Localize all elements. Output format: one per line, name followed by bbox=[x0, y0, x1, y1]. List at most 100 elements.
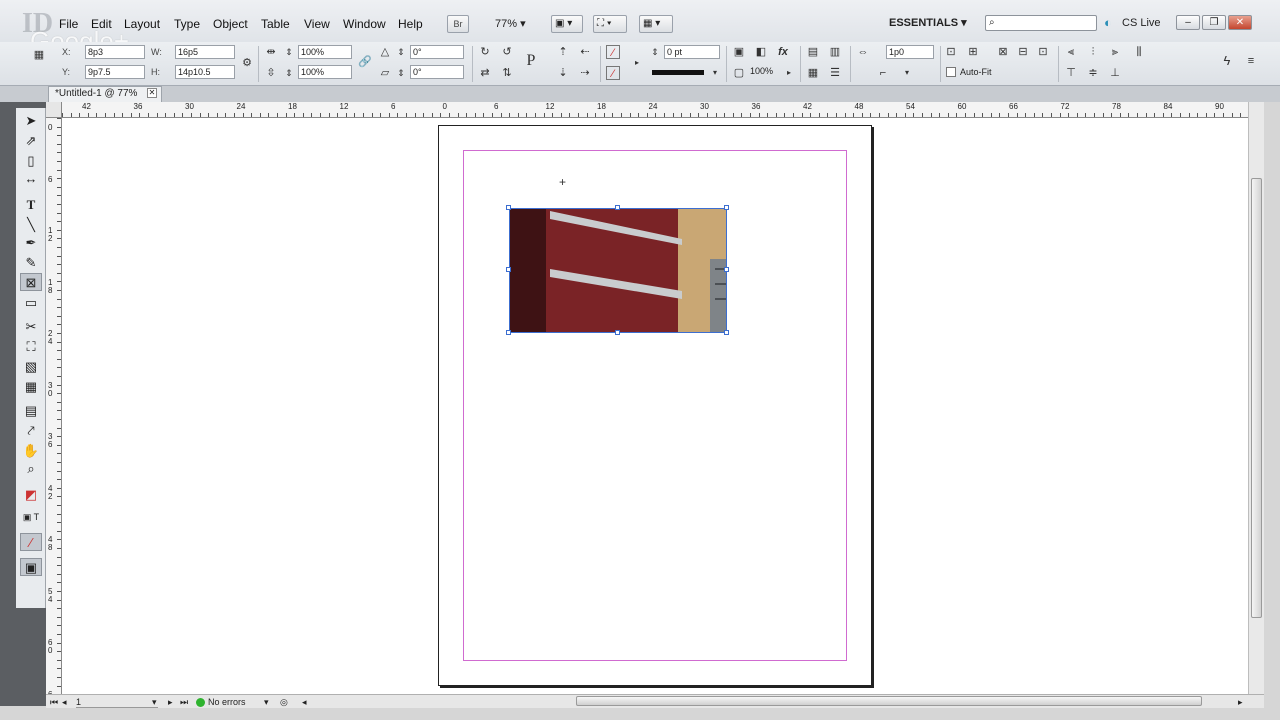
vertical-scrollbar[interactable] bbox=[1248, 102, 1264, 694]
chevron-down-icon[interactable]: ▾ bbox=[152, 696, 157, 708]
effects-icon[interactable]: ◧ bbox=[754, 45, 768, 59]
apply-none-icon[interactable]: ⁄ bbox=[20, 533, 42, 551]
select-next-icon[interactable]: ⇢ bbox=[578, 66, 592, 80]
x-position-field[interactable]: 8p3 bbox=[85, 45, 145, 59]
scale-y-field[interactable]: 100% bbox=[298, 65, 352, 79]
search-input[interactable]: ⌕ bbox=[985, 15, 1097, 31]
scissors-tool-icon[interactable]: ✂ bbox=[20, 318, 42, 336]
stepper-icon[interactable]: ⇕ bbox=[394, 45, 408, 59]
center-content-icon[interactable]: ⊡ bbox=[1036, 45, 1050, 59]
stroke-swatch-icon[interactable]: ⁄ bbox=[606, 66, 620, 80]
stepper-icon[interactable]: ⇕ bbox=[648, 45, 662, 59]
text-wrap-bbox-icon[interactable]: ▥ bbox=[828, 45, 842, 59]
fit-proportional-icon[interactable]: ⊟ bbox=[1016, 45, 1030, 59]
chevron-down-icon[interactable]: ▾ bbox=[264, 696, 269, 708]
menu-table[interactable]: Table bbox=[261, 17, 290, 31]
pasteboard[interactable]: + bbox=[62, 118, 1248, 694]
chevron-right-icon[interactable]: ▸ bbox=[630, 56, 644, 70]
view-options-button[interactable]: ▣ ▾ bbox=[551, 15, 583, 33]
text-wrap-jump-icon[interactable]: ☰ bbox=[828, 66, 842, 80]
menu-type[interactable]: Type bbox=[174, 17, 200, 31]
fill-swatch-icon[interactable]: ⁄ bbox=[606, 45, 620, 59]
select-previous-icon[interactable]: ⇠ bbox=[578, 45, 592, 59]
gap-tool-icon[interactable]: ↔ bbox=[20, 170, 42, 188]
open-document-icon[interactable]: ◎ bbox=[280, 696, 288, 708]
document-page[interactable] bbox=[438, 125, 872, 686]
drop-shadow-icon[interactable]: ▣ bbox=[732, 45, 746, 59]
bridge-button[interactable]: Br bbox=[447, 15, 469, 33]
fill-stroke-swatch-icon[interactable]: ◩ bbox=[20, 486, 42, 504]
fill-frame-icon[interactable]: ⊠ bbox=[996, 45, 1010, 59]
horizontal-ruler[interactable]: 42 36 30 24 18 12 6 0 6 12 18 24 30 36 42 48 54 60 66 72 78 8… bbox=[62, 102, 1248, 118]
frame-handle[interactable] bbox=[724, 267, 729, 272]
arrange-documents-button[interactable]: ▦ ▾ bbox=[639, 15, 673, 33]
hand-tool-icon[interactable]: ✋ bbox=[20, 442, 42, 460]
stepper-icon[interactable]: ⇕ bbox=[394, 66, 408, 80]
type-tool-icon[interactable]: T bbox=[20, 196, 42, 214]
frame-handle[interactable] bbox=[615, 330, 620, 335]
distribute-icon[interactable]: ⫼ bbox=[1132, 45, 1146, 59]
width-field[interactable]: 16p5 bbox=[175, 45, 235, 59]
page-number-field[interactable]: 1 bbox=[76, 696, 158, 708]
horizontal-scroll-thumb[interactable] bbox=[576, 696, 1202, 706]
align-middle-icon[interactable]: ≑ bbox=[1086, 66, 1100, 80]
gradient-swatch-tool-icon[interactable]: ▧ bbox=[20, 358, 42, 376]
menu-edit[interactable]: Edit bbox=[91, 17, 112, 31]
previous-page-icon[interactable]: ◂ bbox=[62, 696, 67, 708]
stepper-icon[interactable]: ⇕ bbox=[282, 45, 296, 59]
rotate-ccw-icon[interactable]: ↺ bbox=[500, 45, 514, 59]
formatting-affects-icon[interactable]: ▣ T bbox=[20, 508, 42, 526]
stroke-type-preview[interactable] bbox=[652, 70, 704, 75]
align-left-icon[interactable]: ⫷ bbox=[1064, 45, 1078, 59]
auto-fit-checkbox[interactable] bbox=[946, 67, 956, 77]
next-page-icon[interactable]: ▸ bbox=[168, 696, 173, 708]
gradient-feather-tool-icon[interactable]: ▦ bbox=[20, 378, 42, 396]
last-page-icon[interactable]: ⏭ bbox=[180, 696, 188, 708]
chevron-right-icon[interactable]: ▸ bbox=[782, 66, 796, 80]
fit-content-frame-icon[interactable]: ⊡ bbox=[944, 45, 958, 59]
zoom-tool-icon[interactable]: ⌕ bbox=[20, 460, 42, 478]
free-transform-tool-icon[interactable]: ⛶ bbox=[20, 338, 42, 356]
note-tool-icon[interactable]: ▤ bbox=[20, 402, 42, 420]
rotate-cw-icon[interactable]: ↻ bbox=[478, 45, 492, 59]
vertical-scroll-thumb[interactable] bbox=[1251, 178, 1262, 618]
minimize-button[interactable]: – bbox=[1176, 15, 1200, 30]
page-tool-icon[interactable]: ▯ bbox=[20, 152, 42, 170]
scroll-right-icon[interactable]: ▸ bbox=[1238, 696, 1243, 708]
menu-window[interactable]: Window bbox=[343, 17, 386, 31]
zoom-level-dropdown[interactable]: 77% ▾ bbox=[495, 17, 526, 30]
menu-file[interactable]: File bbox=[59, 17, 78, 31]
rectangle-frame-tool-icon[interactable]: ⊠ bbox=[20, 273, 42, 291]
panel-menu-icon[interactable]: ≡ bbox=[1244, 54, 1258, 68]
menu-layout[interactable]: Layout bbox=[124, 17, 160, 31]
screen-mode-button[interactable]: ⛶ ▾ bbox=[593, 15, 627, 33]
direct-selection-tool-icon[interactable]: ⇗ bbox=[20, 132, 42, 150]
constrain-proportions-icon[interactable]: ⚙ bbox=[240, 56, 254, 70]
shear-field[interactable]: 0° bbox=[410, 65, 464, 79]
spacing-field[interactable]: 1p0 bbox=[886, 45, 934, 59]
flip-vertical-icon[interactable]: ⇅ bbox=[500, 66, 514, 80]
flip-horizontal-icon[interactable]: ⇄ bbox=[478, 66, 492, 80]
height-field[interactable]: 14p10.5 bbox=[175, 65, 235, 79]
fx-icon[interactable]: fx bbox=[776, 45, 790, 59]
y-position-field[interactable]: 9p7.5 bbox=[85, 65, 145, 79]
rotation-field[interactable]: 0° bbox=[410, 45, 464, 59]
scale-x-field[interactable]: 100% bbox=[298, 45, 352, 59]
vertical-ruler[interactable]: 061 21 82 43 03 64 24 85 46 06 6 bbox=[46, 118, 62, 706]
chevron-down-icon[interactable]: ▾ bbox=[708, 66, 722, 80]
constrain-scale-icon[interactable]: 🔗 bbox=[358, 55, 372, 69]
line-tool-icon[interactable]: ╲ bbox=[20, 216, 42, 234]
image-frame[interactable] bbox=[509, 208, 727, 333]
text-wrap-shape-icon[interactable]: ▦ bbox=[806, 66, 820, 80]
pencil-tool-icon[interactable]: ✎ bbox=[20, 254, 42, 272]
cs-live-button[interactable]: CS Live bbox=[1122, 17, 1161, 29]
menu-object[interactable]: Object bbox=[213, 17, 248, 31]
ruler-origin[interactable] bbox=[46, 102, 62, 118]
frame-handle[interactable] bbox=[506, 330, 511, 335]
frame-handle[interactable] bbox=[615, 205, 620, 210]
menu-view[interactable]: View bbox=[304, 17, 330, 31]
align-right-icon[interactable]: ⫸ bbox=[1108, 45, 1122, 59]
align-bottom-icon[interactable]: ⊥ bbox=[1108, 66, 1122, 80]
restore-button[interactable]: ❐ bbox=[1202, 15, 1226, 30]
chevron-down-icon[interactable]: ▾ bbox=[900, 66, 914, 80]
